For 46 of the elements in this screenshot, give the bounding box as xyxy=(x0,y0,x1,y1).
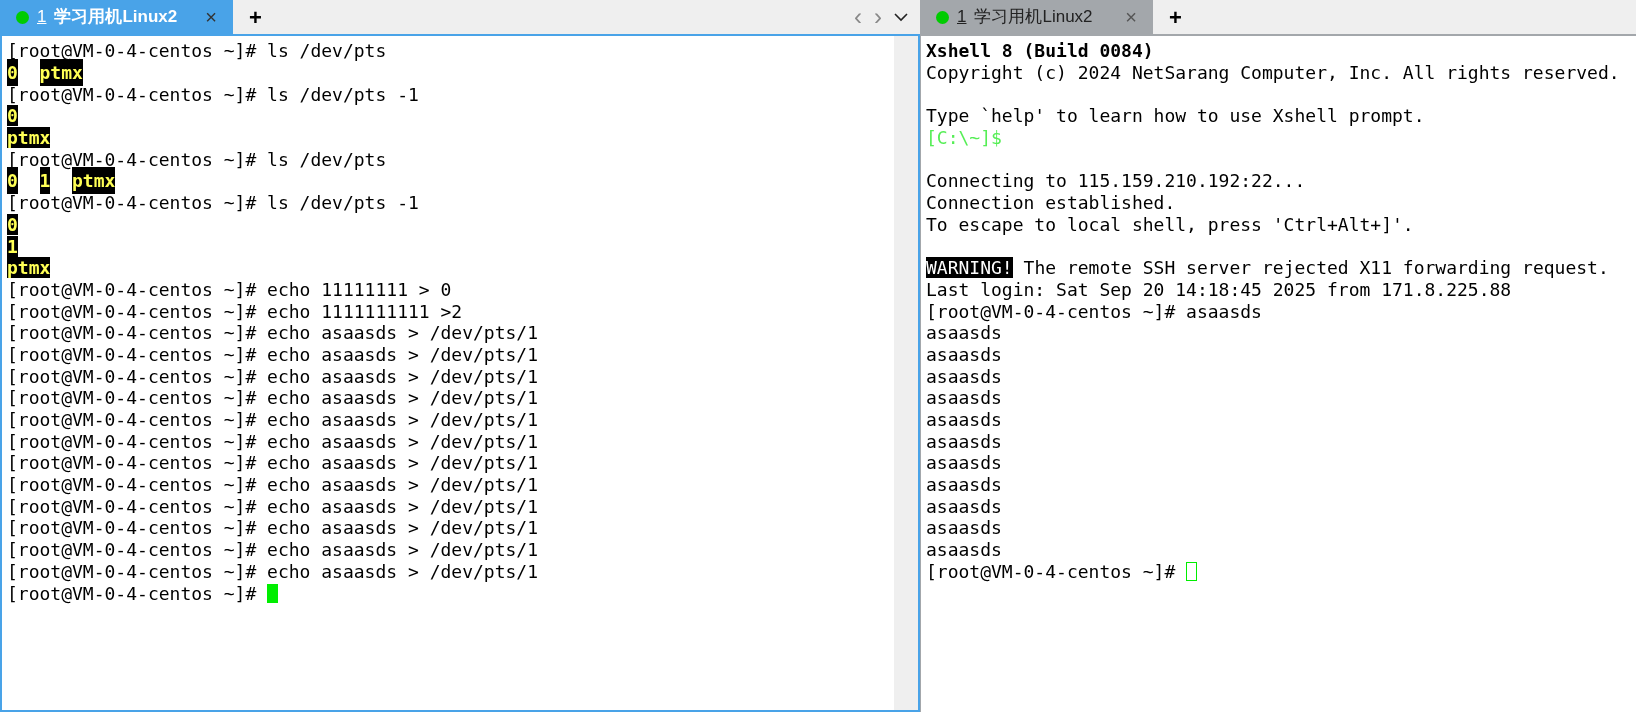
terminal-line: asaasds xyxy=(926,451,1002,476)
terminal-line: [root@VM-0-4-centos ~]# echo asaasds > /dev/pts/1 xyxy=(7,560,538,584)
terminal-line: [root@VM-0-4-centos ~]# echo asaasds > /dev/pts/1 xyxy=(7,452,538,476)
terminal-line: asaasds xyxy=(926,386,1002,411)
terminal-line: [root@VM-0-4-centos ~]# echo asaasds > /dev/pts/1 xyxy=(7,322,538,346)
terminal-line: [root@VM-0-4-centos ~]# echo asaasds > /dev/pts/1 xyxy=(7,343,538,367)
terminal-line: [C:\~]$ xyxy=(926,126,1002,151)
file-name: 0 xyxy=(7,167,18,195)
terminal-line: [root@VM-0-4-centos ~]# echo asaasds > /dev/pts/1 xyxy=(7,517,538,541)
terminal-line: [root@VM-0-4-centos ~]# echo 11111111 > 0 xyxy=(7,278,452,302)
terminal-line: [root@VM-0-4-centos ~]# echo asaasds > /dev/pts/1 xyxy=(7,430,538,454)
terminal-line: [root@VM-0-4-centos ~]# xyxy=(7,582,258,606)
terminal-line: [root@VM-0-4-centos ~]# echo asaasds > /dev/pts/1 xyxy=(7,365,538,389)
close-icon[interactable]: × xyxy=(1125,7,1137,27)
terminal-line: Copyright (c) 2024 NetSarang Computer, Inc. All rights reserved. xyxy=(926,61,1620,86)
next-tab-button[interactable]: › xyxy=(874,0,882,35)
terminal-line: asaasds xyxy=(926,364,1002,389)
terminal-line: Last login: Sat Sep 20 14:18:45 2025 from 171.8.225.88 xyxy=(926,278,1512,302)
file-name: ptmx xyxy=(72,167,116,195)
terminal-line: [root@VM-0-4-centos ~]# echo asaasds > /dev/pts/1 xyxy=(7,473,538,498)
chevron-down-icon[interactable] xyxy=(894,12,908,22)
file-name: 1 xyxy=(39,167,51,195)
terminal-line: Xshell 8 (Build 0084) xyxy=(926,39,1154,64)
file-name: ptmx xyxy=(39,59,83,87)
close-icon[interactable]: × xyxy=(205,7,217,27)
terminal-line: [root@VM-0-4-centos ~]# asaasds xyxy=(926,300,1262,324)
terminal-line: [root@VM-0-4-centos ~]# echo asaasds > /dev/pts/1 xyxy=(7,538,538,563)
previous-tab-button[interactable]: ‹ xyxy=(854,0,862,35)
tab-number: 1 xyxy=(957,6,967,29)
session-tab[interactable]: 1 学习用机Linux2 × xyxy=(920,0,1153,34)
new-tab-button[interactable]: + xyxy=(1153,0,1198,34)
terminal-line: [root@VM-0-4-centos ~]# echo asaasds > /dev/pts/1 xyxy=(7,495,538,519)
tab-title: 学习用机Linux2 xyxy=(54,6,178,29)
new-tab-button[interactable]: + xyxy=(233,0,278,34)
terminal-line: Type `help' to learn how to use Xshell prompt. xyxy=(926,104,1425,129)
tab-title: 学习用机Linux2 xyxy=(974,6,1093,29)
session-tab[interactable]: 1 学习用机Linux2 × xyxy=(0,0,233,34)
scrollbar-track[interactable] xyxy=(894,36,918,710)
terminal-line: Connecting to 115.159.210.192:22... xyxy=(926,169,1306,194)
terminal-line: [root@VM-0-4-centos ~]# echo 1111111111 >2 xyxy=(7,300,463,324)
tab-number: 1 xyxy=(37,6,47,29)
terminal-line: WARNING! The remote SSH server rejected X11 forwarding request. xyxy=(926,256,1609,281)
terminal-line: asaasds xyxy=(926,516,1002,541)
terminal-line: [root@VM-0-4-centos ~]# echo asaasds > /dev/pts/1 xyxy=(7,387,538,411)
file-name: 0 xyxy=(7,59,18,87)
terminal-line: [root@VM-0-4-centos ~]# echo asaasds > /dev/pts/1 xyxy=(7,408,538,433)
